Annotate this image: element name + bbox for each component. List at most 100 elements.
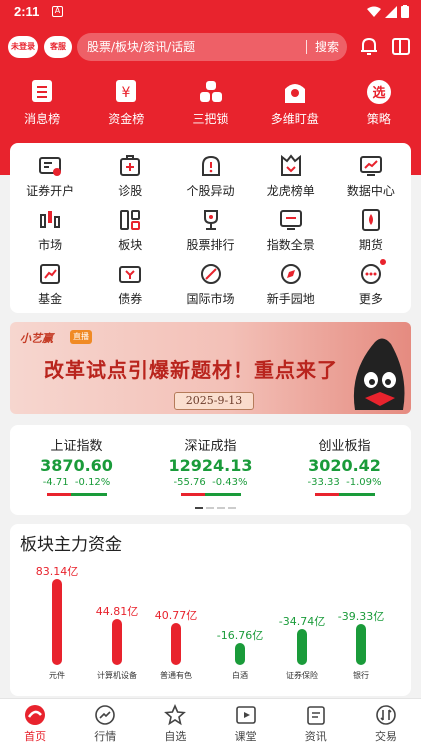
fund-flow-bars: 83.14亿 元件 44.81亿 计算机设备 40.77亿 普通有色 -16.76亿 白酒 -3…: [10, 524, 411, 696]
home-icon: [24, 704, 46, 726]
split-screen-icon[interactable]: [389, 34, 413, 58]
grid-item-sector[interactable]: 板块: [90, 205, 170, 259]
banner-date: 2025-9-13: [174, 392, 254, 410]
grid-item-more[interactable]: 更多: [331, 259, 411, 313]
multi-watch-icon: [280, 78, 310, 106]
tab-news[interactable]: 资讯: [281, 699, 351, 748]
grid-label: 证券开户: [26, 184, 75, 198]
login-button[interactable]: 未登录: [8, 36, 38, 58]
index-panorama-icon: [278, 207, 304, 233]
feature-grid: 证券开户 诊股 个股异动 龙虎榜单 数据中心 市场 板块 股票排行 指数全景 期…: [10, 143, 411, 313]
fund-flow-bar: [52, 579, 62, 665]
fund-flow-value: 40.77亿: [154, 608, 198, 622]
tab-market[interactable]: 行情: [70, 699, 140, 748]
index-breadth-bar: [180, 493, 241, 496]
top-nav-label: 消息榜: [24, 112, 61, 126]
battery-icon: [401, 5, 409, 18]
grid-item-alert[interactable]: 个股异动: [170, 151, 250, 205]
account-icon: [37, 153, 63, 179]
grid-item-international[interactable]: 国际市场: [170, 259, 250, 313]
ranking-icon: [198, 207, 224, 233]
top-nav-three-locks[interactable]: 三把锁: [168, 78, 252, 136]
grid-item-data-center[interactable]: 数据中心: [331, 151, 411, 205]
index-name: 深证成指: [184, 439, 237, 454]
grid-label: 板块: [118, 238, 143, 252]
message-list-icon: [27, 78, 57, 106]
fund-flow-bar: [297, 629, 307, 665]
top-nav-money-list[interactable]: ¥ 资金榜: [84, 78, 168, 136]
customer-service-button[interactable]: 客服: [44, 36, 72, 58]
data-center-icon: [358, 153, 384, 179]
search-placeholder: 股票/板块/资讯/话题: [87, 40, 196, 54]
fund-flow-sector-name: 白酒: [232, 671, 248, 680]
banner-title: 改革试点引爆新题材！重点来了: [44, 358, 338, 382]
index-panel: 上证指数 3870.60 -4.71 -0.12% 深证成指 12924.13 …: [10, 425, 411, 515]
grid-label: 个股异动: [186, 184, 235, 198]
grid-label: 新手园地: [266, 292, 315, 306]
star-icon: [164, 704, 187, 726]
top-nav-message-list[interactable]: 消息榜: [0, 78, 84, 136]
top-nav-label: 多维盯盘: [270, 112, 319, 126]
sector-fund-flow[interactable]: 板块主力资金 83.14亿 元件 44.81亿 计算机设备 40.77亿 普通有色 -16.…: [10, 524, 411, 696]
market-icon: [37, 207, 63, 233]
grid-label: 指数全景: [266, 238, 315, 252]
futures-icon: [358, 207, 384, 233]
international-icon: [198, 261, 224, 287]
index-change: -55.76 -0.43%: [173, 477, 248, 488]
promo-banner[interactable]: 小艺赢 直播 改革试点引爆新题材！重点来了 2025-9-13: [10, 322, 411, 414]
mascot-illustration: [353, 338, 405, 410]
tab-trade[interactable]: 交易: [351, 699, 421, 748]
grid-item-novice[interactable]: 新手园地: [251, 259, 331, 313]
sector-icon: [117, 207, 143, 233]
status-bar: 2:11 A: [0, 0, 421, 24]
search-divider: [306, 40, 307, 54]
index-item[interactable]: 创业板指 3020.42 -33.33 -1.09%: [278, 435, 411, 496]
grid-item-account[interactable]: 证券开户: [10, 151, 90, 205]
grid-item-ranking[interactable]: 股票排行: [170, 205, 250, 259]
banner-live-badge: 直播: [70, 330, 92, 344]
top-nav-multi-watch[interactable]: 多维盯盘: [253, 78, 337, 136]
index-item[interactable]: 深证成指 12924.13 -55.76 -0.43%: [144, 435, 277, 496]
bell-icon[interactable]: [357, 34, 381, 58]
grid-label: 基金: [38, 292, 63, 306]
tab-watchlist[interactable]: 自选: [140, 699, 210, 748]
grid-item-market[interactable]: 市场: [10, 205, 90, 259]
tab-label: 课堂: [234, 730, 257, 743]
grid-label: 数据中心: [346, 184, 395, 198]
index-value: 3020.42: [308, 456, 381, 475]
fund-flow-value: -16.76亿: [216, 629, 264, 642]
tab-home[interactable]: 首页: [0, 699, 70, 748]
grid-label: 期货: [358, 238, 383, 252]
index-item[interactable]: 上证指数 3870.60 -4.71 -0.12%: [10, 435, 143, 496]
tab-label: 首页: [24, 730, 47, 743]
signal-icon: [385, 5, 397, 18]
tab-label: 自选: [164, 730, 187, 743]
grid-item-diagnose[interactable]: 诊股: [90, 151, 170, 205]
diagnose-icon: [117, 153, 143, 179]
news-icon: [305, 704, 327, 726]
grid-item-bond[interactable]: 债券: [90, 259, 170, 313]
grid-item-index-panorama[interactable]: 指数全景: [251, 205, 331, 259]
grid-item-futures[interactable]: 期货: [331, 205, 411, 259]
grid-label: 国际市场: [186, 292, 235, 306]
top-nav-label: 策略: [366, 112, 391, 126]
index-name: 创业板指: [318, 439, 371, 454]
market-trend-icon: [94, 704, 116, 726]
bond-icon: [117, 261, 143, 287]
index-breadth-bar: [46, 493, 107, 496]
banner-tag: 小艺赢: [20, 332, 53, 345]
grid-item-fund[interactable]: 基金: [10, 259, 90, 313]
index-name: 上证指数: [50, 439, 103, 454]
top-nav-strategy[interactable]: 选 策略: [337, 78, 421, 136]
search-input[interactable]: 股票/板块/资讯/话题 搜索: [77, 33, 347, 61]
money-list-icon: ¥: [111, 78, 141, 106]
fund-flow-value: 83.14亿: [35, 565, 79, 578]
alert-icon: [198, 153, 224, 179]
wifi-icon: [367, 6, 381, 17]
tab-label: 资讯: [304, 730, 327, 743]
grid-label: 市场: [38, 238, 63, 252]
search-button[interactable]: 搜索: [315, 33, 339, 61]
grid-item-dragon-tiger[interactable]: 龙虎榜单: [251, 151, 331, 205]
index-change: -33.33 -1.09%: [307, 477, 382, 488]
tab-classroom[interactable]: 课堂: [211, 699, 281, 748]
